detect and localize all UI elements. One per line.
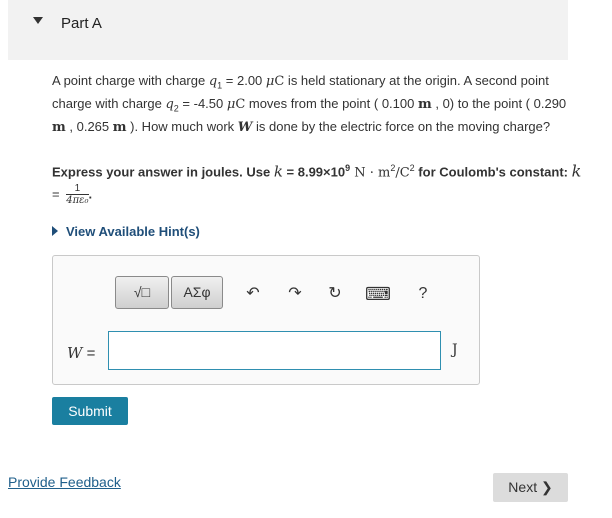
help-icon[interactable]: ?: [413, 284, 433, 304]
answer-box: √□ ΑΣφ ↶ ↷ ↻ ⌨ ? W = J: [52, 255, 480, 385]
answer-instructions: Express your answer in joules. Use k = 8…: [52, 161, 582, 207]
collapse-triangle-icon[interactable]: [33, 17, 43, 24]
templates-button[interactable]: √□: [115, 276, 169, 309]
coulomb-fraction: 1 4πε₀: [66, 183, 89, 207]
greek-symbols-button[interactable]: ΑΣφ: [171, 276, 223, 309]
answer-unit: J: [452, 342, 458, 358]
submit-button[interactable]: Submit: [52, 397, 128, 425]
answer-input[interactable]: [108, 331, 441, 370]
reset-icon[interactable]: ↻: [325, 284, 345, 304]
redo-icon[interactable]: ↷: [285, 284, 305, 304]
part-title: Part A: [61, 15, 102, 32]
part-header[interactable]: Part A: [8, 0, 568, 60]
problem-statement: A point charge with charge q1 = 2.00 μC …: [52, 73, 567, 136]
undo-icon[interactable]: ↶: [243, 284, 263, 304]
provide-feedback-link[interactable]: Provide Feedback: [8, 474, 121, 490]
keyboard-icon[interactable]: ⌨: [365, 284, 391, 304]
answer-variable-label: W =: [67, 344, 96, 362]
expand-triangle-icon: [52, 226, 58, 236]
view-hints-link[interactable]: View Available Hint(s): [52, 224, 200, 239]
next-button[interactable]: Next ❯: [493, 473, 568, 502]
